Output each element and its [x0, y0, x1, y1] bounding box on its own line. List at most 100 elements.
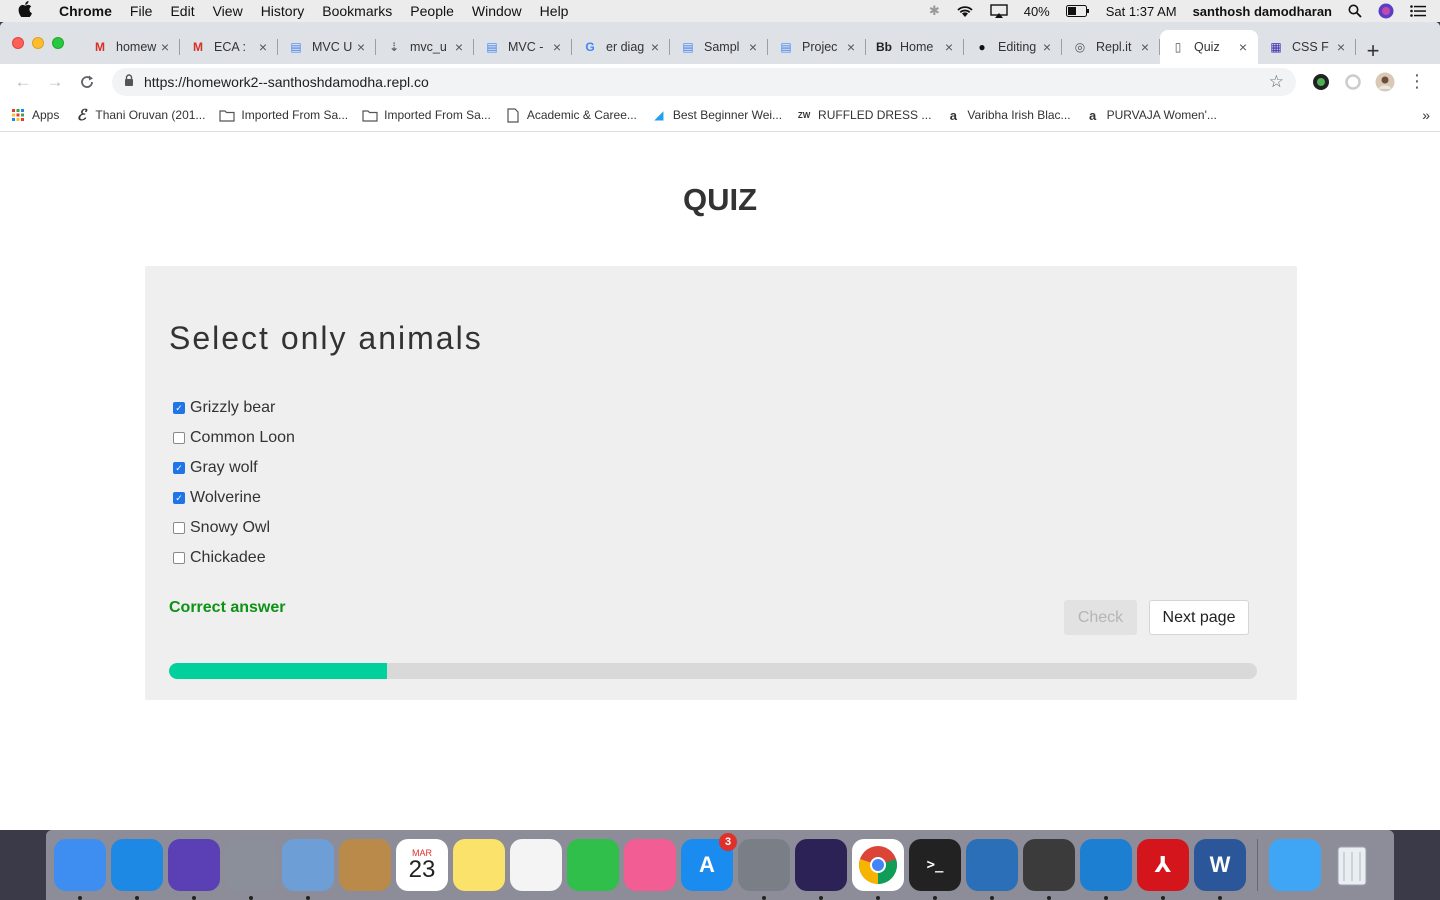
siri-icon[interactable]: [1378, 3, 1394, 19]
bookmark-1[interactable]: ℰ Thani Oruvan (201...: [73, 106, 206, 124]
chrome-menu-icon[interactable]: ⋮: [1404, 69, 1430, 95]
option-checkbox[interactable]: [173, 432, 185, 444]
close-tab-icon[interactable]: ×: [1236, 39, 1250, 55]
close-tab-icon[interactable]: ×: [1334, 39, 1348, 55]
next-page-button[interactable]: Next page: [1149, 600, 1249, 635]
close-tab-icon[interactable]: ×: [942, 39, 956, 55]
back-arrow-icon[interactable]: ←: [10, 69, 36, 95]
spotlight-search-icon[interactable]: [1348, 4, 1362, 18]
tab-8[interactable]: Bb Home ×: [866, 30, 964, 64]
tab-6[interactable]: ▤ Sampl ×: [670, 30, 768, 64]
tab-11[interactable]: ▯ Quiz ×: [1160, 30, 1258, 64]
close-tab-icon[interactable]: ×: [844, 39, 858, 55]
option-checkbox[interactable]: ✓: [173, 492, 185, 504]
new-tab-button[interactable]: +: [1356, 38, 1390, 64]
option-row[interactable]: Chickadee: [173, 543, 295, 573]
menu-view[interactable]: View: [204, 3, 252, 19]
word-icon[interactable]: W: [1194, 839, 1246, 900]
lock-icon[interactable]: [124, 74, 134, 89]
close-tab-icon[interactable]: ×: [648, 39, 662, 55]
option-row[interactable]: ✓ Wolverine: [173, 483, 295, 513]
url-text[interactable]: https://homework2--santhoshdamodha.repl.…: [144, 74, 429, 90]
extension-refresh-icon[interactable]: [1340, 69, 1366, 95]
apple-menu-icon[interactable]: [0, 1, 50, 21]
close-tab-icon[interactable]: ×: [550, 39, 564, 55]
messages-icon[interactable]: [1269, 839, 1321, 891]
siri-icon[interactable]: [168, 839, 220, 900]
menu-help[interactable]: Help: [531, 3, 578, 19]
bookmark-8[interactable]: a PURVAJA Women'...: [1085, 107, 1217, 123]
clock[interactable]: Sat 1:37 AM: [1106, 4, 1177, 19]
eclipse-icon[interactable]: [795, 839, 847, 900]
terminal-icon[interactable]: >_: [909, 839, 961, 900]
appstore-icon[interactable]: A3: [681, 833, 737, 891]
tab-3[interactable]: ⇣ mvc_u ×: [376, 30, 474, 64]
menu-file[interactable]: File: [121, 3, 162, 19]
wifi-icon[interactable]: [956, 4, 974, 18]
bookmark-star-icon[interactable]: ☆: [1269, 72, 1284, 92]
tab-12[interactable]: ▦ CSS F ×: [1258, 30, 1356, 64]
extension-colorpick-icon[interactable]: [1308, 69, 1334, 95]
tab-9[interactable]: ● Editing ×: [964, 30, 1062, 64]
close-tab-icon[interactable]: ×: [354, 39, 368, 55]
minimize-window-button[interactable]: [32, 37, 44, 49]
option-row[interactable]: ✓ Grizzly bear: [173, 393, 295, 423]
sublime-icon[interactable]: [1023, 839, 1075, 900]
user-name[interactable]: santhosh damodharan: [1193, 4, 1332, 19]
trash-icon[interactable]: [1326, 839, 1378, 891]
close-tab-icon[interactable]: ×: [452, 39, 466, 55]
bookmark-2[interactable]: Imported From Sa...: [219, 107, 348, 123]
menu-bookmarks[interactable]: Bookmarks: [313, 3, 401, 19]
tab-7[interactable]: ▤ Projec ×: [768, 30, 866, 64]
close-tab-icon[interactable]: ×: [746, 39, 760, 55]
launchpad-icon[interactable]: [225, 839, 277, 900]
option-row[interactable]: ✓ Gray wolf: [173, 453, 295, 483]
bookmark-5[interactable]: ◢ Best Beginner Wei...: [651, 107, 782, 123]
airplay-icon[interactable]: [990, 4, 1008, 18]
check-button[interactable]: Check: [1064, 600, 1137, 635]
bookmark-0[interactable]: Apps: [10, 107, 59, 123]
menu-window[interactable]: Window: [463, 3, 531, 19]
tab-1[interactable]: M ECA : ×: [180, 30, 278, 64]
bluetooth-icon[interactable]: ✱: [929, 3, 940, 19]
bookmark-3[interactable]: Imported From Sa...: [362, 107, 491, 123]
option-row[interactable]: Common Loon: [173, 423, 295, 453]
reload-icon[interactable]: [74, 69, 100, 95]
close-tab-icon[interactable]: ×: [158, 39, 172, 55]
address-bar[interactable]: https://homework2--santhoshdamodha.repl.…: [112, 67, 1296, 96]
contacts-icon[interactable]: [339, 839, 391, 891]
tab-10[interactable]: ◎ Repl.it ×: [1062, 30, 1160, 64]
photos-icon[interactable]: [510, 839, 562, 891]
facetime-icon[interactable]: [567, 839, 619, 891]
close-tab-icon[interactable]: ×: [1138, 39, 1152, 55]
zoom-window-button[interactable]: [52, 37, 64, 49]
option-checkbox[interactable]: ✓: [173, 402, 185, 414]
tab-4[interactable]: ▤ MVC - ×: [474, 30, 572, 64]
calendar-icon[interactable]: MAR 23: [396, 839, 448, 891]
menu-edit[interactable]: Edit: [161, 3, 203, 19]
app-menu[interactable]: Chrome: [50, 3, 121, 19]
tab-5[interactable]: Ger diag ×: [572, 30, 670, 64]
option-checkbox[interactable]: [173, 522, 185, 534]
bookmark-7[interactable]: a Varibha Irish Blac...: [945, 107, 1071, 123]
bookmarks-overflow-icon[interactable]: »: [1422, 107, 1430, 123]
battery-icon[interactable]: [1065, 5, 1090, 17]
profile-avatar[interactable]: [1372, 69, 1398, 95]
option-row[interactable]: Snowy Owl: [173, 513, 295, 543]
close-tab-icon[interactable]: ×: [256, 39, 270, 55]
itunes-icon[interactable]: [624, 839, 676, 891]
acrobat-icon[interactable]: ⅄: [1137, 839, 1189, 900]
close-tab-icon[interactable]: ×: [1040, 39, 1054, 55]
forward-arrow-icon[interactable]: →: [42, 69, 68, 95]
close-window-button[interactable]: [12, 37, 24, 49]
tab-2[interactable]: ▤ MVC U ×: [278, 30, 376, 64]
notification-center-icon[interactable]: [1410, 5, 1426, 17]
tab-0[interactable]: Mhomew ×: [82, 30, 180, 64]
preview-icon[interactable]: [282, 839, 334, 900]
chrome-icon[interactable]: [852, 839, 904, 900]
system-preferences-icon[interactable]: [738, 839, 790, 900]
bookmark-4[interactable]: Academic & Caree...: [505, 107, 637, 123]
option-checkbox[interactable]: [173, 552, 185, 564]
option-checkbox[interactable]: ✓: [173, 462, 185, 474]
menu-history[interactable]: History: [252, 3, 314, 19]
